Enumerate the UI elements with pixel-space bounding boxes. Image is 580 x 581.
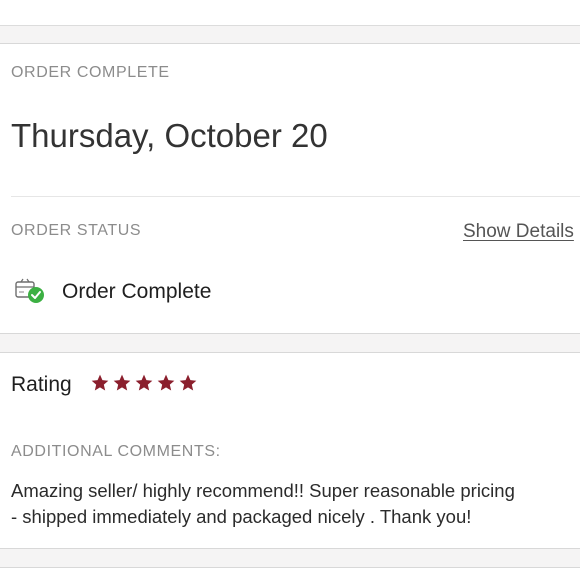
next-section-strip xyxy=(0,567,580,581)
rating-card: Rating ADDITIONAL COMMENTS: Amazing sell… xyxy=(0,352,580,549)
divider xyxy=(11,196,580,197)
show-details-link[interactable]: Show Details xyxy=(463,221,574,243)
previous-section-strip xyxy=(0,0,580,26)
package-check-icon xyxy=(15,278,45,304)
star-icon xyxy=(135,374,153,391)
star-icon xyxy=(91,374,109,391)
order-status-text: Order Complete xyxy=(62,280,212,303)
order-card: ORDER COMPLETE Thursday, October 20 ORDE… xyxy=(0,43,580,334)
star-icon xyxy=(113,374,131,391)
rating-stars xyxy=(90,373,198,393)
star-icon xyxy=(157,374,175,391)
order-complete-label: ORDER COMPLETE xyxy=(11,64,170,81)
order-date: Thursday, October 20 xyxy=(11,117,328,154)
star-icon xyxy=(179,374,197,391)
order-status-label: ORDER STATUS xyxy=(11,222,142,239)
comment-text: Amazing seller/ highly recommend!! Super… xyxy=(11,480,515,527)
additional-comments-label: ADDITIONAL COMMENTS: xyxy=(11,443,221,460)
rating-label: Rating xyxy=(11,373,72,396)
